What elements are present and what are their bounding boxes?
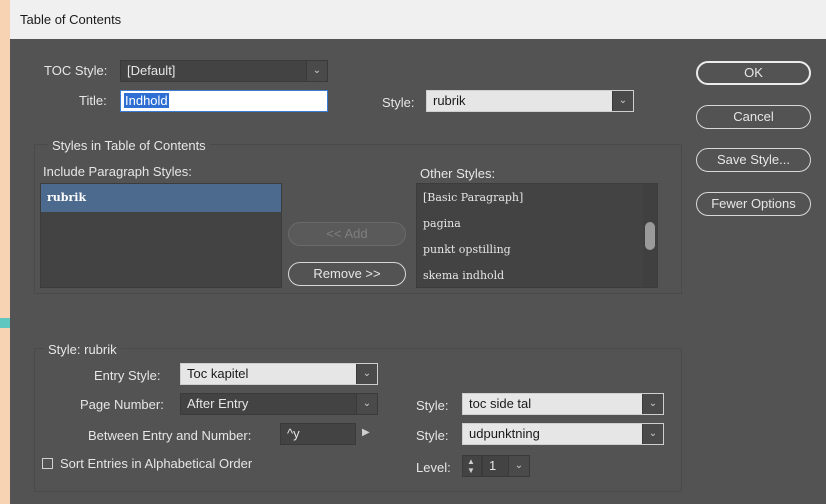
other-styles-list[interactable]: [Basic Paragraph] pagina punkt opstillin… bbox=[416, 183, 658, 288]
page-number-label: Page Number: bbox=[80, 397, 164, 412]
title-style-value: rubrik bbox=[433, 93, 466, 108]
between-entry-label: Between Entry and Number: bbox=[88, 428, 252, 443]
fewer-options-button[interactable]: Fewer Options bbox=[696, 192, 811, 216]
remove-button[interactable]: Remove >> bbox=[288, 262, 406, 286]
chevron-down-icon: ⌄ bbox=[612, 91, 633, 111]
between-style-dropdown[interactable]: udpunktning ⌄ bbox=[462, 423, 664, 445]
title-style-dropdown[interactable]: rubrik ⌄ bbox=[426, 90, 634, 112]
between-style-label: Style: bbox=[416, 428, 449, 443]
scrollbar-thumb[interactable] bbox=[645, 222, 655, 250]
scrollbar[interactable] bbox=[643, 184, 657, 287]
include-styles-list[interactable]: rubrik bbox=[40, 183, 282, 288]
title-label: Title: bbox=[79, 93, 107, 108]
toc-style-dropdown[interactable]: [Default] ⌄ bbox=[120, 60, 328, 82]
page-number-dropdown[interactable]: After Entry ⌄ bbox=[180, 393, 378, 415]
ok-button[interactable]: OK bbox=[696, 61, 811, 85]
level-dropdown[interactable]: 1 ⌄ bbox=[482, 455, 530, 477]
between-entry-input[interactable]: ^y bbox=[280, 423, 356, 445]
add-button[interactable]: << Add bbox=[288, 222, 406, 246]
title-value: Indhold bbox=[124, 93, 169, 108]
page-number-style-dropdown[interactable]: toc side tal ⌄ bbox=[462, 393, 664, 415]
list-item[interactable]: [Basic Paragraph] bbox=[417, 184, 657, 212]
level-value: 1 bbox=[489, 458, 497, 473]
entry-style-label: Entry Style: bbox=[94, 368, 161, 383]
page-number-style-value: toc side tal bbox=[469, 396, 532, 411]
sort-label: Sort Entries in Alphabetical Order bbox=[60, 456, 253, 471]
chevron-down-icon: ⌄ bbox=[508, 456, 529, 476]
other-styles-label: Other Styles: bbox=[420, 166, 496, 181]
page-number-style-label: Style: bbox=[416, 398, 449, 413]
list-item[interactable]: punkt opstilling bbox=[417, 236, 657, 264]
list-item[interactable]: skema indhold bbox=[417, 262, 657, 290]
toc-style-value: [Default] bbox=[127, 63, 176, 78]
include-styles-label: Include Paragraph Styles: bbox=[43, 164, 192, 179]
level-label: Level: bbox=[416, 460, 451, 475]
style-group-heading: Style: rubrik bbox=[44, 342, 121, 357]
list-item[interactable]: rubrik bbox=[41, 184, 281, 212]
title-style-label: Style: bbox=[382, 95, 415, 110]
chevron-down-icon: ⌄ bbox=[642, 394, 663, 414]
level-stepper[interactable]: ▲ ▼ bbox=[462, 455, 482, 477]
title-input[interactable]: Indhold bbox=[120, 90, 328, 112]
save-style-button[interactable]: Save Style... bbox=[696, 148, 811, 172]
dialog-title: Table of Contents bbox=[10, 0, 826, 39]
entry-style-value: Toc kapitel bbox=[187, 366, 249, 381]
sort-checkbox[interactable] bbox=[42, 458, 53, 469]
triangle-right-icon[interactable]: ▶ bbox=[362, 427, 370, 438]
chevron-down-icon: ⌄ bbox=[356, 364, 377, 384]
chevron-down-icon: ⌄ bbox=[306, 61, 327, 81]
page-number-value: After Entry bbox=[187, 396, 249, 411]
styles-group-heading: Styles in Table of Contents bbox=[48, 138, 210, 153]
toc-dialog: Table of Contents TOC Style: [Default] ⌄… bbox=[10, 0, 826, 504]
chevron-down-icon: ⌄ bbox=[642, 424, 663, 444]
stepper-arrows-icon: ▲ ▼ bbox=[467, 457, 475, 475]
between-style-value: udpunktning bbox=[469, 426, 540, 441]
list-item[interactable]: pagina bbox=[417, 210, 657, 238]
entry-style-dropdown[interactable]: Toc kapitel ⌄ bbox=[180, 363, 378, 385]
toc-style-label: TOC Style: bbox=[44, 63, 108, 78]
chevron-down-icon: ⌄ bbox=[356, 394, 377, 414]
between-entry-value: ^y bbox=[287, 426, 300, 441]
cancel-button[interactable]: Cancel bbox=[696, 105, 811, 129]
